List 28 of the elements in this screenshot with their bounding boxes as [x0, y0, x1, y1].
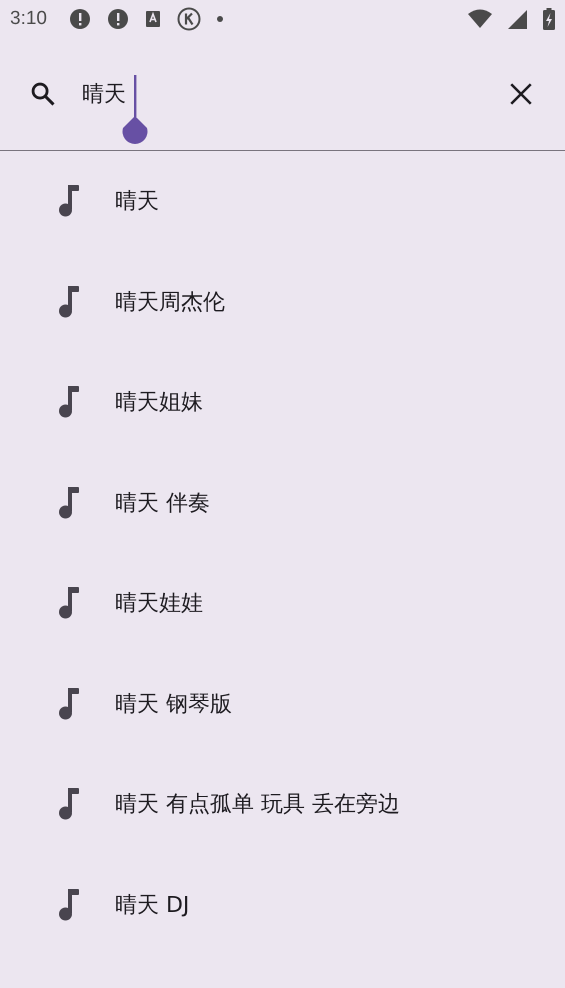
suggestion-item[interactable]: 晴天 DJ [0, 854, 565, 955]
music-note-icon [58, 286, 80, 318]
music-note-icon [58, 587, 80, 620]
alert-icon [68, 8, 91, 30]
suggestion-item[interactable]: 晴天周杰伦 [0, 252, 565, 352]
suggestion-item[interactable]: 晴天 有点孤单 玩具 丢在旁边 [0, 754, 565, 854]
battery-icon [543, 8, 555, 30]
search-field[interactable]: 晴天 [82, 74, 508, 114]
music-note-icon [58, 386, 80, 418]
signal-icon [508, 10, 527, 28]
circle-app-icon [176, 7, 201, 31]
status-time: 3:10 [10, 8, 47, 30]
suggestion-item[interactable]: 晴天姐妹 [0, 352, 565, 452]
search-icon [29, 80, 57, 108]
suggestion-item[interactable]: 晴天 伴奏 [0, 452, 565, 553]
music-note-icon [58, 185, 80, 218]
app-icon [144, 10, 161, 28]
music-note-icon [58, 486, 80, 519]
suggestion-item[interactable]: 晴天 钢琴版 [0, 654, 565, 754]
dot-icon [216, 16, 223, 22]
wifi-icon [468, 9, 492, 29]
alert-icon [106, 8, 129, 30]
music-note-icon [58, 688, 80, 720]
close-icon[interactable] [508, 81, 534, 107]
music-note-icon [58, 788, 80, 820]
suggestion-item[interactable]: 晴天 [0, 151, 565, 252]
suggestion-item[interactable]: 晴天娃娃 [0, 553, 565, 654]
music-note-icon [58, 888, 80, 921]
